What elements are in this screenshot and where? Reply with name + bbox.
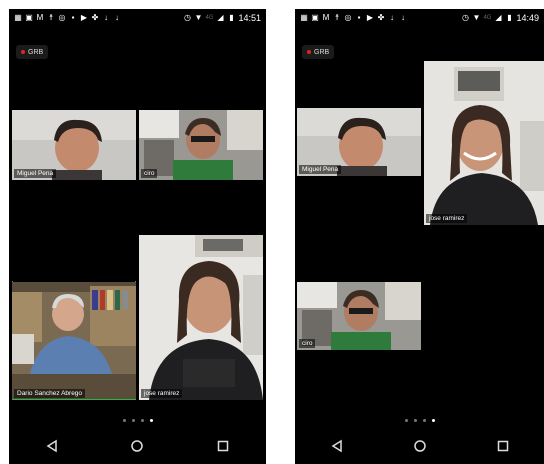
network-type: 4G (205, 15, 214, 21)
video-icon: ▶ (80, 13, 88, 22)
participant-name: ciro (141, 169, 158, 178)
whatsapp-icon: ◎ (344, 13, 352, 22)
alarm-icon: ◷ (183, 13, 191, 22)
page-dot[interactable] (404, 419, 408, 422)
battery-icon: ▮ (229, 13, 234, 22)
image-icon: ▣ (25, 13, 33, 22)
page-indicator[interactable] (295, 419, 544, 422)
video-feed (12, 282, 136, 399)
alarm-icon: ◷ (461, 13, 469, 22)
back-button[interactable] (42, 436, 62, 456)
participant-name: Dario Sanchez Abrego (14, 389, 86, 398)
video-icon: ▶ (366, 13, 374, 22)
home-icon (413, 440, 426, 452)
home-icon (131, 440, 144, 452)
battery-icon: ▮ (507, 13, 512, 22)
home-button[interactable] (127, 436, 147, 456)
network-type: 4G (483, 15, 492, 21)
android-nav-bar (295, 428, 544, 464)
recents-button[interactable] (213, 436, 233, 456)
clock: 14:51 (238, 13, 261, 23)
video-feed (139, 235, 263, 400)
wifi-icon: ▼ (194, 13, 203, 22)
page-dot[interactable] (122, 419, 126, 422)
gmail-icon: M (36, 13, 44, 22)
signal-icon: ◢ (495, 13, 502, 22)
video-feed (297, 282, 421, 350)
phone-screen-right: ▦ ▣ M ☨ ◎ ▪ ▶ ✤ ↓ ↓ ◷ ▼ 4G ◢ ▮ 14:49 GRB (295, 9, 544, 464)
page-dot[interactable] (140, 419, 144, 422)
recording-dot-icon (21, 50, 25, 54)
recording-label: GRB (314, 48, 330, 56)
video-background (12, 235, 136, 281)
status-bar: ▦ ▣ M ☨ ◎ ▪ ▶ ✤ ↓ ↓ ◷ ▼ 4G ◢ ▮ 14:49 (295, 9, 544, 27)
clock: 14:49 (516, 13, 539, 23)
recording-indicator[interactable]: GRB (302, 45, 335, 59)
whatsapp-icon: ◎ (58, 13, 66, 22)
recording-label: GRB (28, 48, 44, 56)
participant-name: ciro (299, 339, 316, 348)
gallery-icon: ▪ (357, 13, 361, 22)
recents-icon (217, 440, 229, 452)
video-tile-jose-ramirez[interactable]: jose ramirez (424, 61, 544, 225)
download-icon: ↓ (390, 13, 394, 22)
download-icon: ↓ (104, 13, 108, 22)
gallery-icon: ▪ (71, 13, 75, 22)
signal-icon: ◢ (217, 13, 224, 22)
recents-button[interactable] (493, 436, 513, 456)
participant-name: jose ramirez (426, 214, 468, 223)
participant-name: Miguel Pena (14, 169, 57, 178)
video-tile-miguel-pena[interactable]: Miguel Pena (12, 110, 136, 180)
recents-icon (497, 440, 508, 452)
back-button[interactable] (327, 436, 347, 456)
page-dot-active[interactable] (431, 419, 435, 422)
wifi-icon: ▼ (472, 13, 481, 22)
phone-screen-left: ▦ ▣ M ☨ ◎ ▪ ▶ ✤ ↓ ↓ ◷ ▼ 4G ◢ ▮ 14:51 GRB (9, 9, 266, 464)
gmail-icon: M (322, 13, 330, 22)
download-icon: ↓ (115, 13, 119, 22)
settings-icon: ✤ (377, 13, 385, 22)
back-icon (331, 439, 342, 453)
download-icon: ↓ (401, 13, 405, 22)
settings-icon: ✤ (91, 13, 99, 22)
recording-dot-icon (307, 50, 311, 54)
back-icon (46, 439, 57, 453)
participant-name: Miguel Pena (299, 165, 342, 174)
page-dot[interactable] (131, 419, 135, 422)
walk-icon: ☨ (334, 13, 340, 22)
android-nav-bar (9, 428, 266, 464)
image-icon: ▣ (311, 13, 319, 22)
video-feed (424, 61, 544, 225)
walk-icon: ☨ (48, 13, 54, 22)
home-button[interactable] (410, 436, 430, 456)
video-tile-miguel-pena[interactable]: Miguel Pena (297, 108, 421, 176)
page-dot[interactable] (413, 419, 417, 422)
video-tile-ciro[interactable]: ciro (297, 282, 421, 350)
page-dot[interactable] (422, 419, 426, 422)
calendar-icon: ▦ (14, 13, 22, 22)
recording-indicator[interactable]: GRB (16, 45, 49, 59)
video-feed (139, 110, 263, 180)
video-tile-dario-sanchez-abrego[interactable]: Dario Sanchez Abrego (12, 235, 136, 400)
page-indicator[interactable] (9, 419, 266, 422)
video-tile-ciro[interactable]: ciro (139, 110, 263, 180)
page-dot-active[interactable] (149, 419, 153, 422)
participant-name: jose ramirez (141, 389, 183, 398)
calendar-icon: ▦ (300, 13, 308, 22)
status-bar: ▦ ▣ M ☨ ◎ ▪ ▶ ✤ ↓ ↓ ◷ ▼ 4G ◢ ▮ 14:51 (9, 9, 266, 27)
video-tile-jose-ramirez[interactable]: jose ramirez (139, 235, 263, 400)
